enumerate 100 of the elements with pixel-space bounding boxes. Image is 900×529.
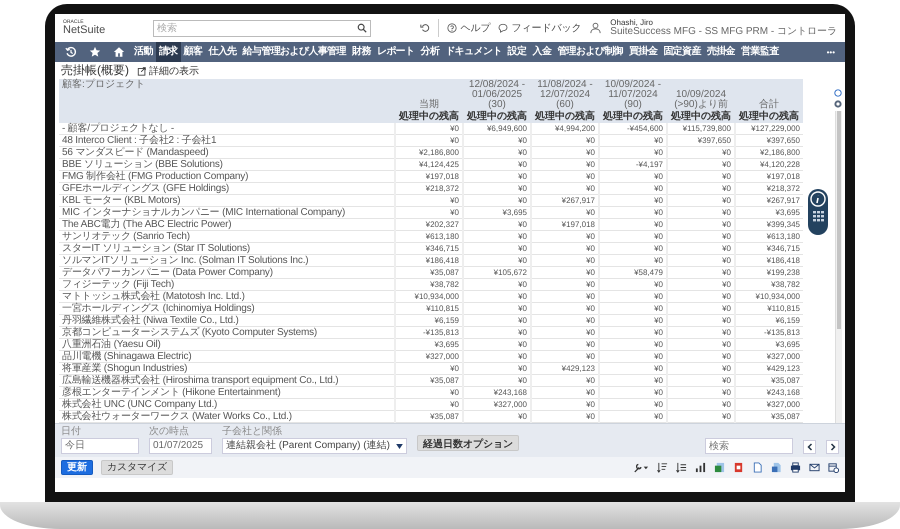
amount-cell: ¥613,180 xyxy=(395,230,463,242)
amount-cell: ¥35,087 xyxy=(735,374,803,386)
column-subheader: 処理中の残高 xyxy=(670,111,732,122)
more-menu-button[interactable]: ••• xyxy=(820,48,841,56)
amount-cell: ¥0 xyxy=(667,398,735,410)
amount-cell: ¥243,168 xyxy=(463,386,531,398)
amount-cell: ¥0 xyxy=(599,398,667,410)
home-icon[interactable] xyxy=(113,46,125,58)
nav-tab[interactable]: 顧客 xyxy=(180,42,206,62)
amount-cell: ¥3,695 xyxy=(735,338,803,350)
nav-tab[interactable]: レポート xyxy=(374,42,418,62)
amount-cell: ¥0 xyxy=(463,194,531,206)
previous-button[interactable] xyxy=(803,440,816,454)
amount-cell: ¥0 xyxy=(463,290,531,302)
customer-cell: マトトッシュ株式会社 (Matotosh Inc. Ltd.) xyxy=(59,290,395,302)
sort-icon[interactable] xyxy=(676,462,687,473)
customer-cell: データパワーカンパニー (Data Power Company) xyxy=(59,266,395,278)
customer-cell: 丹羽繊維株式会社 (Niwa Textile Co., Ltd.) xyxy=(59,314,395,326)
amount-cell: ¥0 xyxy=(531,290,599,302)
amount-cell: ¥58,479 xyxy=(599,266,667,278)
nav-tab[interactable]: 請求 xyxy=(156,42,181,62)
nav-tab[interactable]: 給与管理および人事管理 xyxy=(240,42,350,62)
recent-icon[interactable] xyxy=(420,22,430,33)
column-subheader: 処理中の残高 xyxy=(602,111,664,122)
search-field[interactable]: 検索 xyxy=(705,438,793,454)
amount-cell: ¥0 xyxy=(599,302,667,314)
next-button[interactable] xyxy=(826,440,839,454)
nav-tab[interactable]: 設定 xyxy=(504,42,530,62)
input-field[interactable]: 今日 xyxy=(61,438,139,454)
nav-tab[interactable]: 入金 xyxy=(530,42,554,62)
amount-cell: ¥0 xyxy=(531,254,599,266)
nav-tab[interactable]: 買掛金 xyxy=(626,42,660,62)
nav-tab[interactable]: 管理および制御 xyxy=(554,42,626,62)
nav-tab[interactable]: 営業監査 xyxy=(738,42,782,62)
amount-cell: ¥0 xyxy=(531,278,599,290)
scrollbar[interactable] xyxy=(834,111,842,423)
nav-tab[interactable]: 財務 xyxy=(349,42,374,62)
nav-tab[interactable]: 活動 xyxy=(131,42,156,62)
print-icon[interactable] xyxy=(790,462,801,473)
mail-icon[interactable] xyxy=(809,462,820,473)
amount-cell: ¥0 xyxy=(395,123,463,134)
amount-cell: ¥6,949,600 xyxy=(463,123,531,134)
amount-cell: ¥0 xyxy=(599,182,667,194)
amount-cell: ¥0 xyxy=(463,182,531,194)
amount-cell: ¥0 xyxy=(395,206,463,218)
amount-cell: ¥0 xyxy=(531,242,599,254)
amount-cell: ¥0 xyxy=(463,374,531,386)
refresh-button[interactable]: 更新 xyxy=(61,460,93,475)
column-header: 10/09/2024 (>90)より前 xyxy=(673,90,729,110)
nav-tab[interactable]: 売掛金 xyxy=(704,42,738,62)
amount-cell: ¥397,650 xyxy=(735,134,803,146)
help-icon xyxy=(447,22,458,33)
dropdown[interactable]: 連結親会社 (Parent Company) (連結) xyxy=(222,438,407,454)
amount-cell: ¥38,782 xyxy=(735,278,803,290)
amount-cell: ¥0 xyxy=(531,170,599,182)
amount-cell: ¥0 xyxy=(531,374,599,386)
aging-options-button[interactable]: 経過日数オプション xyxy=(416,435,519,451)
column-header: 合計 xyxy=(758,100,780,110)
amount-cell: ¥218,372 xyxy=(735,182,803,194)
feedback-link[interactable]: フィードバック xyxy=(498,20,582,35)
search-icon[interactable] xyxy=(357,23,367,33)
amount-cell: ¥0 xyxy=(531,302,599,314)
nav-tab[interactable]: 仕入先 xyxy=(205,42,240,62)
amount-cell: ¥0 xyxy=(463,302,531,314)
amount-cell: ¥197,018 xyxy=(531,218,599,230)
wrench-icon[interactable] xyxy=(633,462,649,473)
amount-cell: ¥186,418 xyxy=(395,254,463,266)
customer-cell: - 顧客/プロジェクトなし - xyxy=(59,123,395,134)
user-icon[interactable] xyxy=(589,21,602,34)
amount-cell: ¥0 xyxy=(599,314,667,326)
pdf-icon[interactable] xyxy=(733,462,744,473)
history-icon[interactable] xyxy=(65,46,77,58)
bar-chart-icon[interactable] xyxy=(695,462,706,473)
nav-tab[interactable]: 分析 xyxy=(417,42,442,62)
customize-button[interactable]: カスタマイズ xyxy=(101,460,173,475)
help-link[interactable]: ヘルプ xyxy=(447,20,490,35)
amount-cell: ¥327,000 xyxy=(463,398,531,410)
spreadsheet-icon[interactable] xyxy=(714,462,725,473)
customer-cell: 広島輸送機器株式会社 (Hiroshima transport equipment Co., Ltd.) xyxy=(59,374,395,386)
sort-icon[interactable] xyxy=(657,462,668,473)
amount-cell: ¥4,124,425 xyxy=(395,158,463,170)
calendar-icon[interactable] xyxy=(828,462,839,473)
customer-cell: MIC インターナショナルカンパニー (MIC International Company) xyxy=(59,206,395,218)
star-icon[interactable] xyxy=(89,46,101,58)
amount-cell: ¥0 xyxy=(463,314,531,326)
amount-cell: ¥0 xyxy=(531,146,599,158)
help-widget[interactable] xyxy=(808,189,828,235)
detail-view-link[interactable]: 詳細の表示 xyxy=(137,64,199,78)
amount-cell: ¥0 xyxy=(667,242,735,254)
document-icon[interactable] xyxy=(752,462,763,473)
document-icon[interactable] xyxy=(771,462,782,473)
amount-cell: ¥35,087 xyxy=(395,266,463,278)
amount-cell: ¥0 xyxy=(667,206,735,218)
nav-tab[interactable]: ドキュメント xyxy=(442,42,505,62)
nav-tab[interactable]: 固定資産 xyxy=(660,42,704,62)
export-icon xyxy=(137,66,147,76)
column-subheader: 処理中の残高 xyxy=(534,111,596,122)
amount-cell: ¥0 xyxy=(463,326,531,338)
amount-cell: ¥0 xyxy=(463,362,531,374)
input-field[interactable]: 01/07/2025 xyxy=(149,438,212,454)
